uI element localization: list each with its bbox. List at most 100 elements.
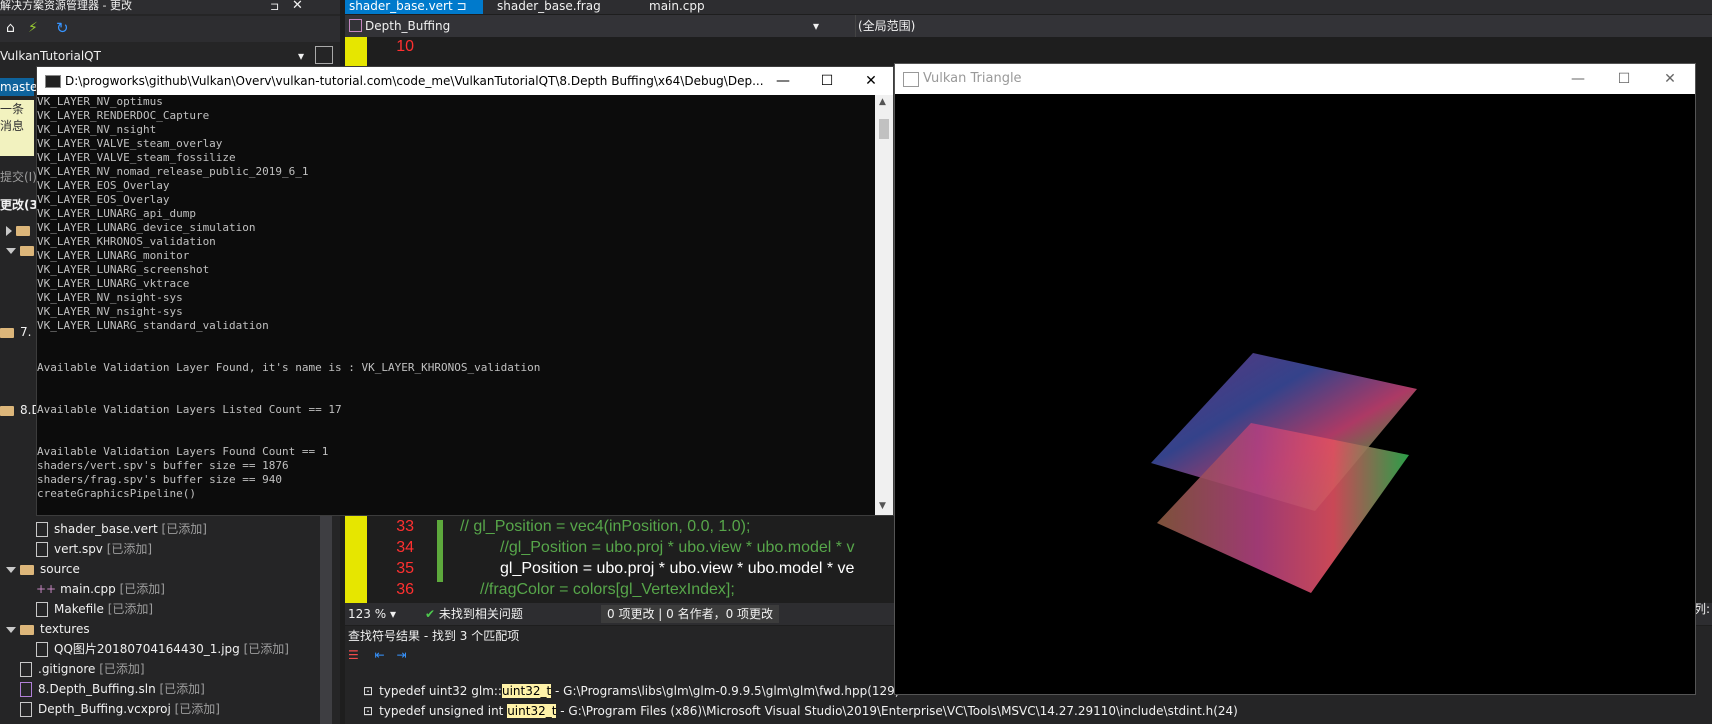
open-icon[interactable] (315, 46, 333, 64)
tree-file[interactable]: shader_base.vert [已添加] (36, 519, 207, 539)
line-number: 34 (396, 539, 414, 556)
render-viewport[interactable] (895, 94, 1695, 694)
tree-item-label: vert.spv (54, 542, 103, 556)
vulkan-title: Vulkan Triangle (923, 71, 1022, 86)
console-line: VK_LAYER_LUNARG_api_dump (37, 207, 196, 220)
find-results-header: 查找符号结果 - 找到 3 个匹配项 (348, 629, 520, 643)
tree-item-label: Depth_Buffing.vcxproj (38, 702, 171, 716)
folder-icon (20, 624, 34, 635)
status-badge: [已添加] (243, 642, 289, 656)
image-icon (36, 642, 48, 657)
commit-message-field[interactable]: 一条消息 (0, 100, 34, 156)
chevron-down-icon: ▾ (298, 49, 305, 63)
line-number: 33 (396, 518, 414, 535)
minimize-button[interactable]: — (761, 67, 805, 95)
close-button[interactable]: ✕ (1647, 64, 1693, 94)
console-line: VK_LAYER_NV_nomad_release_public_2019_6_… (37, 165, 309, 178)
list-item[interactable]: ⊡ typedef uint32 glm::uint32_t - G:\Progr… (363, 682, 899, 700)
project-select[interactable]: VulkanTutorialQT ▾ (0, 46, 320, 66)
line-number: 36 (396, 581, 414, 598)
console-line: VK_LAYER_VALVE_steam_overlay (37, 137, 223, 150)
tree-file[interactable]: vert.spv [已添加] (36, 539, 152, 559)
chevron-down-icon (6, 626, 16, 633)
result-suffix: - G:\Programs\libs\glm\glm-0.9.9.5\glm\g… (551, 684, 900, 698)
list-item[interactable]: ⊡ typedef unsigned int uint32_t - G:\Prog… (363, 702, 1238, 720)
status-badge: [已添加] (174, 702, 220, 716)
tree-file[interactable]: .gitignore [已添加] (20, 659, 145, 679)
tree-item-label: Makefile (54, 602, 104, 616)
tree-file[interactable]: QQ图片20180704164430_1.jpg [已添加] (36, 639, 289, 659)
changes-indicator[interactable]: 0 项更改 | 0 名作者，0 项更改 (601, 605, 780, 623)
commit-button[interactable]: 提交(I) (0, 168, 37, 185)
tree-folder[interactable]: 7. (0, 322, 31, 342)
tree-expander[interactable] (0, 220, 36, 240)
console-line: VK_LAYER_LUNARG_standard_validation (37, 319, 269, 332)
scrollbar-thumb[interactable] (879, 119, 889, 139)
list-icon[interactable]: ☰ (348, 648, 359, 662)
maximize-button[interactable]: ☐ (1601, 64, 1647, 94)
console-line: shaders/vert.spv's buffer size == 1876 (37, 459, 289, 472)
console-line: VK_LAYER_LUNARG_vktrace (37, 277, 190, 290)
result-highlight: uint32_t (501, 684, 552, 698)
line-number: 35 (396, 560, 414, 577)
close-button[interactable]: ✕ (849, 67, 893, 95)
home-icon[interactable]: ⌂ (6, 20, 15, 36)
pin-icon[interactable]: ⊐ (457, 0, 467, 13)
result-highlight: uint32_t (507, 704, 557, 718)
tree-file[interactable]: 8.Depth_Buffing.sln [已添加] (20, 679, 205, 699)
maximize-button[interactable]: ☐ (805, 67, 849, 95)
panel-toolbar: ⌂ ⚡ ↻ (0, 16, 340, 42)
chevron-down-icon: ▾ (389, 607, 396, 621)
issues-label: 未找到相关问题 (438, 607, 523, 621)
file-icon (36, 522, 48, 537)
tree-file[interactable]: Depth_Buffing.vcxproj [已添加] (20, 699, 220, 719)
tree-item-label: .gitignore (38, 662, 96, 676)
branch-badge[interactable]: master (0, 78, 42, 96)
tab-main-cpp[interactable]: main.cpp (645, 0, 709, 14)
prev-icon[interactable]: ⇤ (375, 648, 385, 662)
tab-label: shader_base.vert (349, 0, 453, 13)
status-badge: [已添加] (99, 662, 145, 676)
console-icon (45, 75, 61, 88)
status-badge: [已添加] (119, 582, 165, 596)
tree-file[interactable]: Makefile [已添加] (36, 599, 153, 619)
tree-folder[interactable]: 8.D (0, 400, 41, 420)
tab-shader-base-frag[interactable]: shader_base.frag (493, 0, 605, 14)
console-line: VK_LAYER_RENDERDOC_Capture (37, 109, 210, 122)
vulkan-window[interactable]: Vulkan Triangle — ☐ ✕ (894, 63, 1696, 695)
issues-indicator[interactable]: ✔ 未找到相关问题 (425, 603, 523, 625)
global-scope-dropdown[interactable]: (全局范围) (850, 15, 1158, 37)
folder-icon (0, 405, 14, 416)
close-icon[interactable]: ✕ (292, 0, 303, 13)
vulkan-title-bar[interactable]: Vulkan Triangle — ☐ ✕ (895, 64, 1695, 94)
minimize-button[interactable]: — (1555, 64, 1601, 94)
console-window[interactable]: D:\progworks\github\Vulkan\Overv\vulkan-… (36, 66, 894, 516)
tree-folder[interactable]: textures (0, 619, 90, 639)
scroll-down-icon[interactable]: ▼ (879, 501, 886, 511)
tree-expander[interactable] (0, 240, 40, 260)
console-line: VK_LAYER_KHRONOS_validation (37, 235, 216, 248)
tree-item-label: 7. (20, 325, 32, 339)
pin-icon[interactable]: ⊐ (270, 0, 279, 13)
scroll-up-icon[interactable]: ▲ (879, 97, 886, 107)
zoom-select[interactable]: 123 % ▾ (345, 603, 403, 625)
console-line: VK_LAYER_LUNARG_device_simulation (37, 221, 256, 234)
tree-file[interactable]: ++ main.cpp [已添加] (36, 579, 165, 599)
scope-dropdown[interactable]: Depth_Buffing ▾ (345, 15, 856, 37)
chevron-down-icon: ▾ (813, 19, 820, 33)
console-line: createGraphicsPipeline() (37, 487, 196, 500)
console-title-bar[interactable]: D:\progworks\github\Vulkan\Overv\vulkan-… (37, 67, 893, 95)
code-line: gl_Position = ubo.proj * ubo.view * ubo.… (500, 560, 855, 577)
console-line: Available Validation Layers Found Count … (37, 445, 329, 458)
tab-shader-base-vert[interactable]: shader_base.vert ⊐ ✕ (345, 0, 483, 26)
status-badge: [已添加] (106, 542, 153, 556)
tree-folder[interactable]: source (0, 559, 80, 579)
code-line: // gl_Position = vec4(inPosition, 0.0, 1… (460, 518, 751, 535)
refresh-icon[interactable]: ↻ (56, 19, 69, 37)
symbol-icon: ⊡ (363, 684, 374, 698)
code-line: //gl_Position = ubo.proj * ubo.view * ub… (500, 539, 855, 556)
next-icon[interactable]: ⇥ (396, 648, 406, 662)
result-suffix: - G:\Program Files (x86)\Microsoft Visua… (556, 704, 1238, 718)
scrollbar[interactable]: ▲ ▼ (875, 95, 893, 515)
plug-icon[interactable]: ⚡ (28, 20, 38, 36)
